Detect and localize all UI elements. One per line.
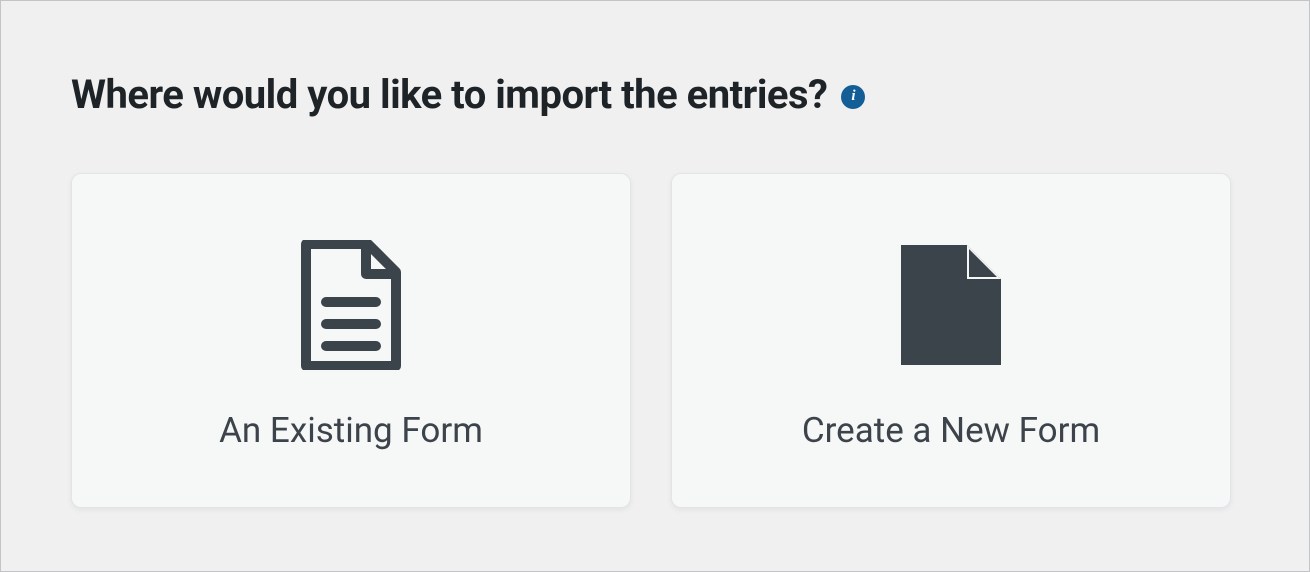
option-existing-form[interactable]: An Existing Form [71, 173, 631, 508]
option-cards-row: An Existing Form Create a New Form [71, 173, 1239, 508]
header-row: Where would you like to import the entri… [71, 71, 1239, 118]
option-new-form[interactable]: Create a New Form [671, 173, 1231, 508]
info-icon[interactable]: i [841, 85, 865, 109]
document-lines-icon [296, 230, 406, 380]
document-blank-icon [897, 230, 1005, 380]
option-existing-form-label: An Existing Form [219, 410, 483, 451]
option-new-form-label: Create a New Form [802, 410, 1100, 451]
page-title: Where would you like to import the entri… [71, 71, 827, 118]
